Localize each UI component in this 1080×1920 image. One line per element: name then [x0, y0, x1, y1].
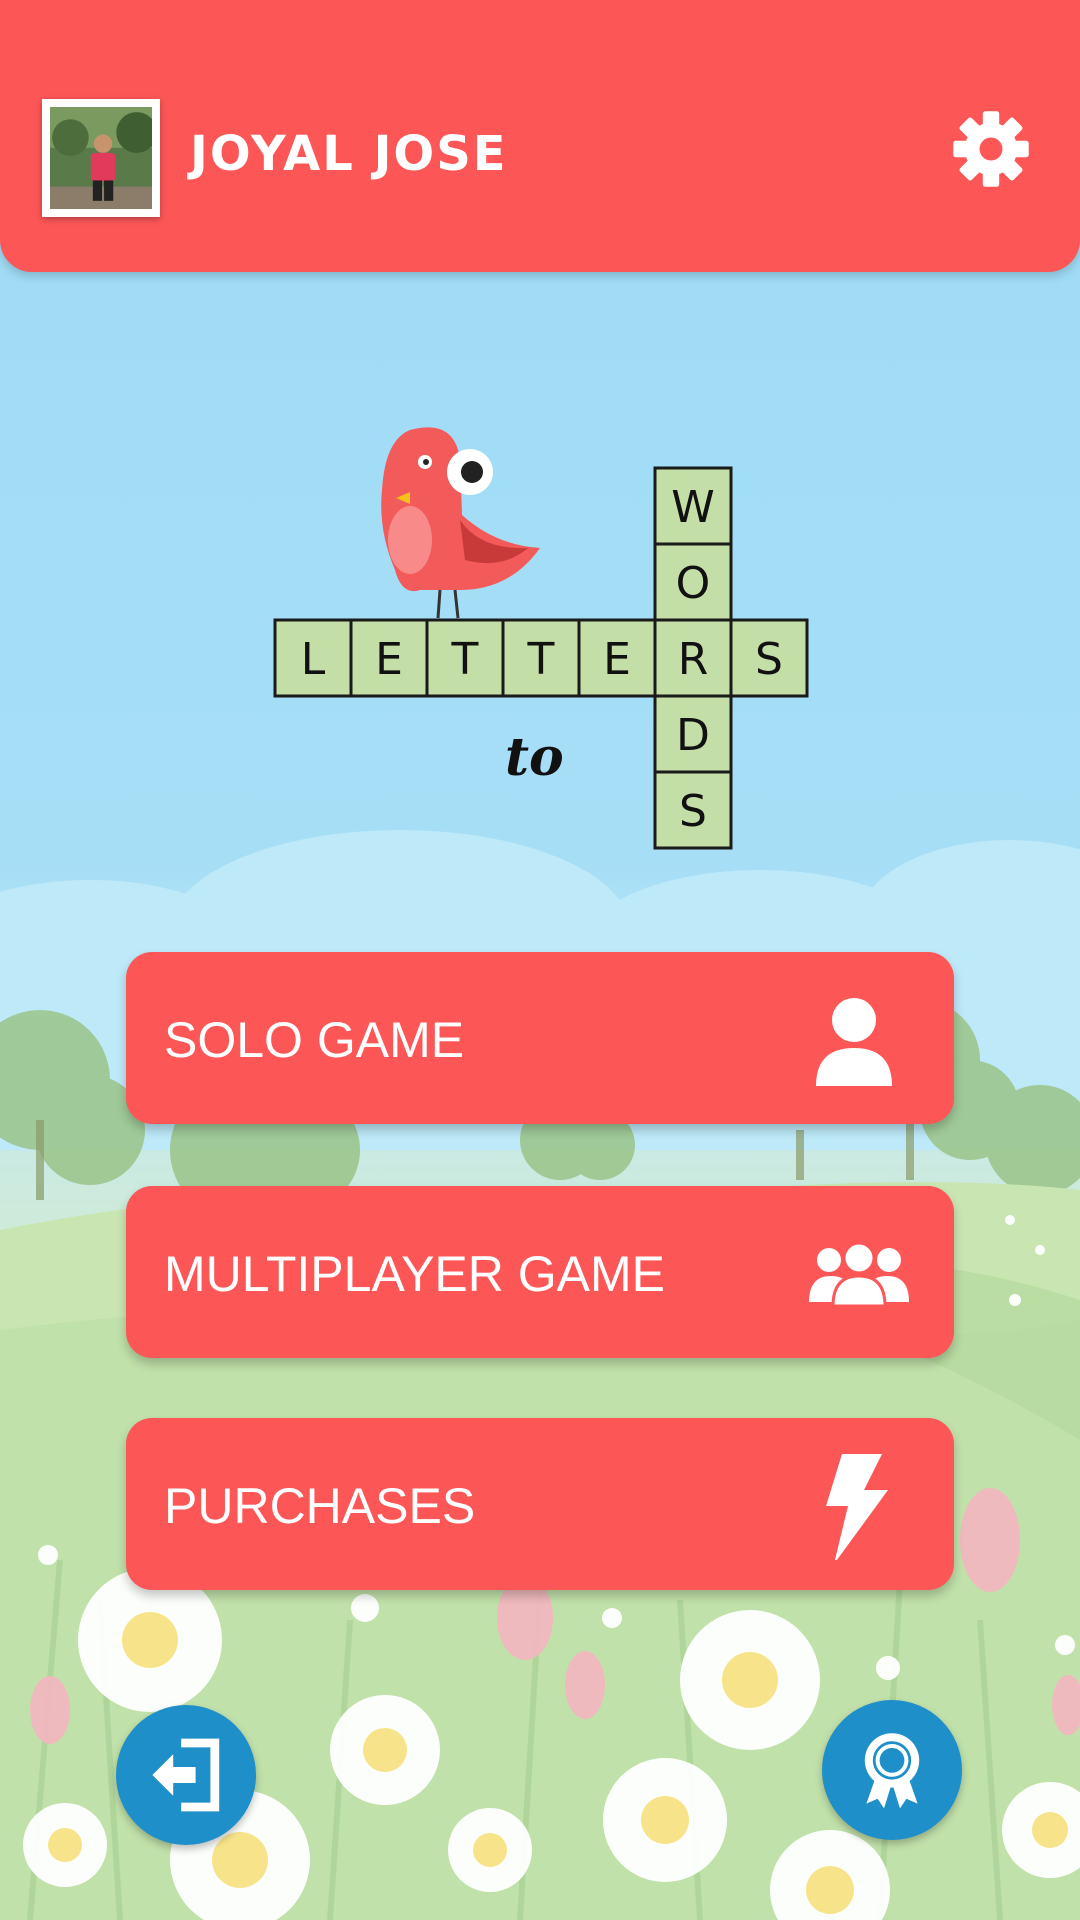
exit-button[interactable]: [116, 1705, 256, 1845]
achievements-button[interactable]: [822, 1700, 962, 1840]
avatar[interactable]: [42, 99, 160, 217]
across-6-letter: S: [755, 634, 783, 685]
settings-button[interactable]: [950, 108, 1032, 190]
gear-icon: [953, 111, 1029, 187]
down-1-letter: O: [676, 558, 711, 609]
across-4-letter: E: [603, 634, 631, 685]
logout-icon: [152, 1738, 220, 1812]
solo-game-button[interactable]: SOLO GAME: [126, 952, 954, 1124]
letter-tiles: L E T T E R SWODS: [273, 466, 809, 850]
down-0-letter: W: [671, 482, 715, 533]
across-5-letter: R: [678, 634, 709, 685]
lightning-bolt-icon: [826, 1454, 888, 1560]
logo-connector-text: to: [505, 727, 564, 788]
down-3-letter: D: [676, 710, 710, 761]
multiplayer-game-button[interactable]: MULTIPLAYER GAME: [126, 1186, 954, 1358]
multiplayer-game-label: MULTIPLAYER GAME: [164, 1246, 666, 1302]
across-0-letter: L: [301, 634, 326, 685]
across-2-letter: T: [451, 634, 479, 685]
group-users-icon: [809, 1241, 909, 1308]
down-4-letter: S: [679, 786, 707, 837]
bird-mascot-icon: [381, 427, 540, 619]
username: JOYAL JOSE: [190, 126, 508, 182]
purchases-label: PURCHASES: [164, 1478, 476, 1534]
solo-game-label: SOLO GAME: [164, 1012, 465, 1068]
purchases-button[interactable]: PURCHASES: [126, 1418, 954, 1590]
across-3-letter: T: [527, 634, 555, 685]
game-logo: L E T T E R SWODS to: [273, 427, 809, 850]
across-1-letter: E: [375, 634, 403, 685]
single-user-icon: [816, 998, 892, 1086]
award-ribbon-icon: [864, 1733, 920, 1809]
profile-header: JOYAL JOSE: [0, 0, 1080, 272]
profile-photo-icon: [50, 107, 152, 209]
